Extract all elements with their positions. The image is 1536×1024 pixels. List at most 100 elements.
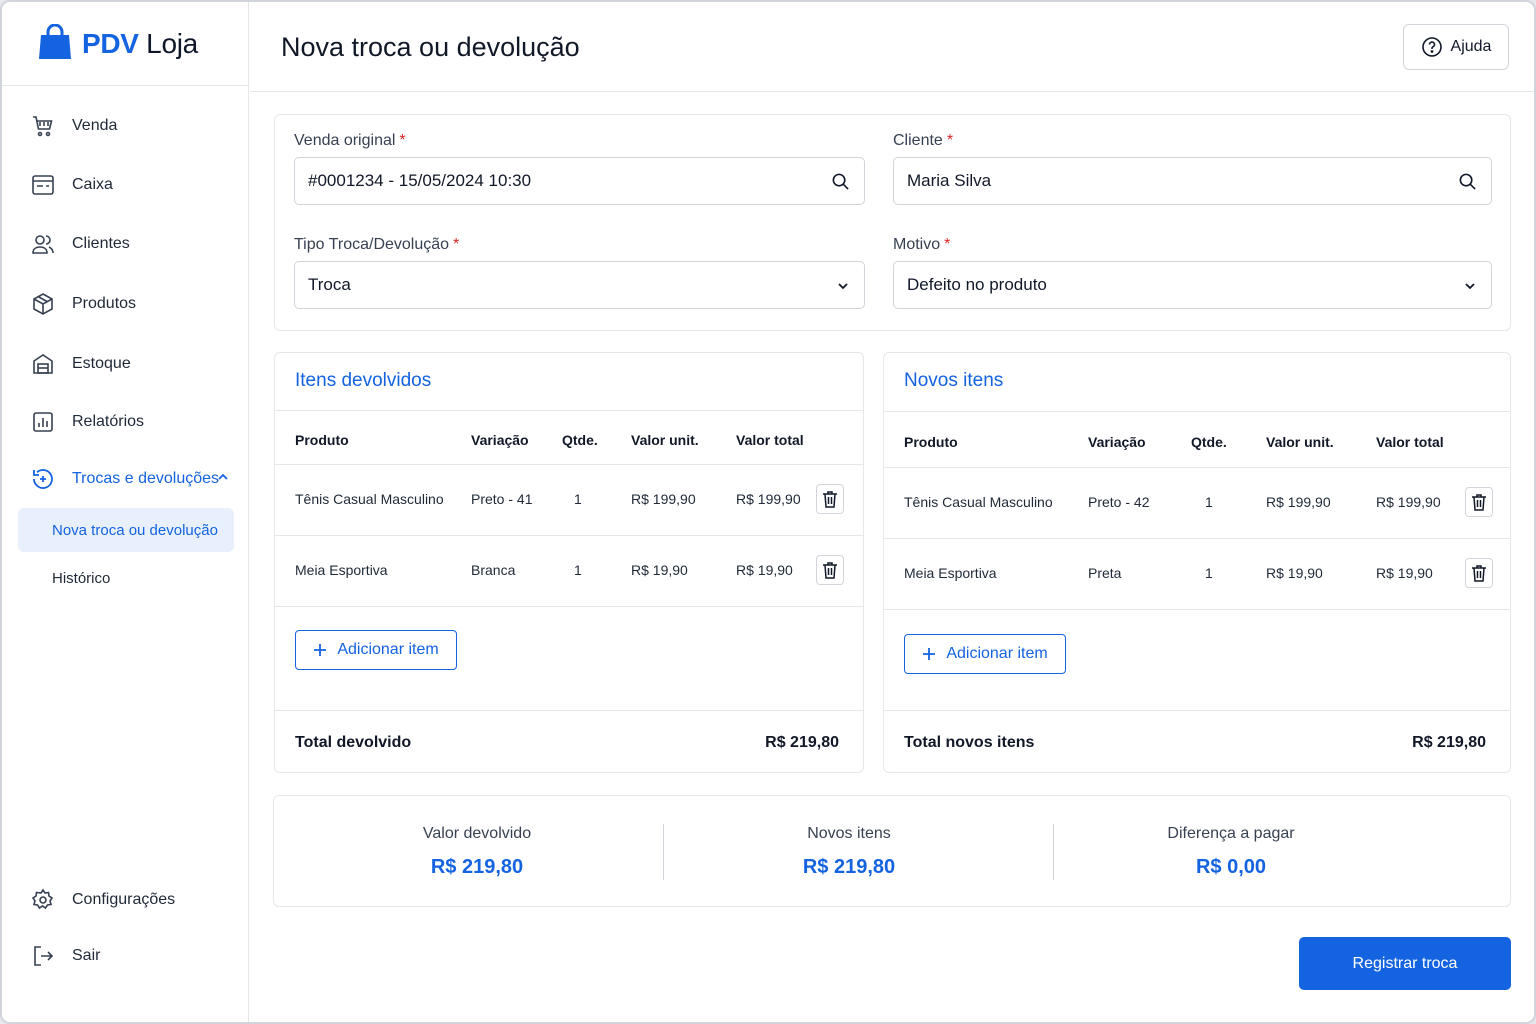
cell-valor-unit: R$ 199,90 [631, 491, 696, 507]
col-header-produto: Produto [295, 432, 349, 448]
summary-diferenca: Diferença a pagar R$ 0,00 [1041, 796, 1421, 908]
returned-items-card: Itens devolvidos Produto Variação Qtde. … [274, 352, 864, 773]
cell-variacao: Preto - 42 [1088, 494, 1150, 510]
gear-icon [30, 887, 56, 913]
page-title: Nova troca ou devolução [281, 32, 580, 62]
sidebar-item-label: Estoque [72, 355, 131, 372]
motivo-label: Motivo * [893, 236, 951, 253]
sidebar-item-label: Relatórios [72, 413, 145, 430]
col-header-qtde: Qtde. [1191, 434, 1227, 450]
sidebar-item-estoque[interactable]: Estoque [18, 342, 234, 386]
total-returned-value: R$ 219,80 [765, 734, 839, 751]
summary-valor-devolvido: Valor devolvido R$ 219,80 [287, 796, 667, 908]
cell-valor-total: R$ 19,90 [736, 562, 793, 578]
trash-icon [823, 562, 837, 579]
new-items-title: Novos itens [904, 370, 1004, 391]
motivo-select[interactable]: Defeito no produto [893, 261, 1492, 309]
cell-valor-total: R$ 199,90 [736, 491, 801, 507]
cell-qtde: 1 [1205, 494, 1213, 510]
col-header-variacao: Variação [1088, 434, 1146, 450]
sidebar-item-configuracoes[interactable]: Configurações [18, 878, 234, 922]
cell-produto: Meia Esportiva [295, 562, 388, 578]
total-new-items-value: R$ 219,80 [1412, 734, 1486, 751]
logout-icon [30, 943, 56, 969]
cell-valor-total: R$ 199,90 [1376, 494, 1441, 510]
new-items-card: Novos itens Produto Variação Qtde. Valor… [883, 352, 1511, 773]
sidebar-item-venda[interactable]: Venda [18, 104, 234, 148]
sidebar-item-label: Trocas e devoluções [72, 470, 220, 487]
col-header-produto: Produto [904, 434, 958, 450]
chevron-up-icon [216, 470, 230, 489]
trash-icon [1472, 494, 1486, 511]
cell-valor-total: R$ 19,90 [1376, 565, 1433, 581]
add-new-item-button[interactable]: Adicionar item [904, 634, 1066, 674]
delete-row-button[interactable] [816, 555, 844, 585]
col-header-valor-unit: Valor unit. [631, 432, 699, 448]
sidebar: PDV Loja Venda Caixa Clientes Produtos E… [2, 2, 249, 1022]
total-new-items-label: Total novos itens [904, 734, 1035, 751]
summary-label: Diferença a pagar [1167, 825, 1295, 842]
add-returned-item-button[interactable]: Adicionar item [295, 630, 457, 670]
trash-icon [1472, 565, 1486, 582]
cell-variacao: Preta [1088, 565, 1122, 581]
col-header-valor-total: Valor total [1376, 434, 1444, 450]
cell-qtde: 1 [574, 491, 582, 507]
venda-original-label: Venda original * [294, 132, 406, 149]
cell-valor-unit: R$ 19,90 [631, 562, 688, 578]
cell-produto: Tênis Casual Masculino [295, 491, 444, 507]
chevron-down-icon [1463, 278, 1477, 298]
col-header-variacao: Variação [471, 432, 529, 448]
cell-variacao: Preto - 41 [471, 491, 533, 507]
shopping-bag-icon [39, 24, 71, 59]
search-icon[interactable] [831, 172, 850, 196]
sidebar-item-relatorios[interactable]: Relatórios [18, 400, 234, 444]
exchange-icon [30, 466, 56, 492]
cell-valor-unit: R$ 19,90 [1266, 565, 1323, 581]
cell-produto: Tênis Casual Masculino [904, 494, 1053, 510]
search-icon[interactable] [1458, 172, 1477, 196]
help-button[interactable]: Ajuda [1403, 24, 1509, 70]
tipo-label: Tipo Troca/Devolução * [294, 236, 460, 253]
sidebar-item-label: Configurações [72, 891, 176, 908]
venda-original-input[interactable]: #0001234 - 15/05/2024 10:30 [294, 157, 865, 205]
summary-novos-itens: Novos itens R$ 219,80 [659, 796, 1039, 908]
app-window: PDV Loja Venda Caixa Clientes Produtos E… [0, 0, 1536, 1024]
cash-register-icon [30, 172, 56, 198]
cell-qtde: 1 [1205, 565, 1213, 581]
col-header-valor-unit: Valor unit. [1266, 434, 1334, 450]
users-icon [30, 231, 56, 257]
delete-row-button[interactable] [1465, 558, 1493, 588]
sidebar-item-trocas[interactable]: Trocas e devoluções [18, 457, 234, 501]
chart-icon [30, 409, 56, 435]
returned-items-title: Itens devolvidos [295, 370, 432, 391]
brand: PDV Loja [2, 2, 248, 86]
warehouse-icon [30, 351, 56, 377]
exchange-form: Venda original * #0001234 - 15/05/2024 10… [274, 114, 1511, 331]
cart-icon [30, 113, 56, 139]
cell-variacao: Branca [471, 562, 516, 578]
summary-card: Valor devolvido R$ 219,80 Novos itens R$… [273, 795, 1511, 907]
sidebar-item-label: Venda [72, 117, 118, 134]
delete-row-button[interactable] [1465, 487, 1493, 517]
header: Nova troca ou devolução Ajuda [250, 2, 1534, 92]
sidebar-item-clientes[interactable]: Clientes [18, 222, 234, 266]
plus-icon [314, 644, 327, 656]
sidebar-item-label: Caixa [72, 176, 113, 193]
summary-value: R$ 219,80 [430, 856, 524, 878]
total-returned-label: Total devolvido [295, 734, 412, 751]
sidebar-item-caixa[interactable]: Caixa [18, 163, 234, 207]
sidebar-item-produtos[interactable]: Produtos [18, 282, 234, 326]
summary-value: R$ 0,00 [1195, 856, 1267, 878]
cell-produto: Meia Esportiva [904, 565, 997, 581]
delete-row-button[interactable] [816, 484, 844, 514]
sidebar-item-label: Produtos [72, 295, 137, 312]
help-circle-icon [1421, 37, 1442, 57]
summary-value: R$ 219,80 [802, 856, 896, 878]
sidebar-item-sair[interactable]: Sair [18, 934, 234, 978]
chevron-down-icon [836, 278, 850, 298]
cliente-input[interactable]: Maria Silva [893, 157, 1492, 205]
tipo-select[interactable]: Troca [294, 261, 865, 309]
sidebar-subitem-historico[interactable]: Histórico [18, 556, 234, 600]
sidebar-subitem-nova-troca[interactable]: Nova troca ou devolução [18, 508, 234, 552]
register-exchange-button[interactable]: Registrar troca [1299, 937, 1511, 990]
